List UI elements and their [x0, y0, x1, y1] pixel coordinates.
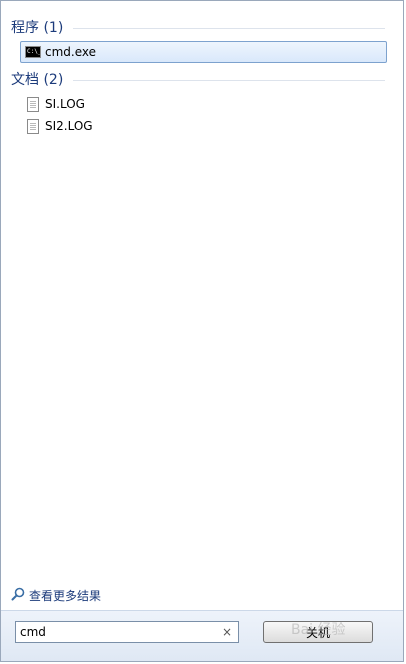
- result-item-si2-log[interactable]: SI2.LOG: [20, 115, 387, 137]
- group-title-documents: 文档 (2): [11, 72, 64, 88]
- shutdown-label: 关机: [305, 625, 330, 640]
- shutdown-button[interactable]: 关机: [263, 621, 373, 643]
- result-item-cmd-exe[interactable]: C:\_ cmd.exe: [20, 41, 387, 63]
- group-header-programs: 程序 (1): [11, 17, 385, 37]
- see-more-label: 查看更多结果: [29, 588, 102, 603]
- search-icon: [11, 587, 25, 604]
- bottom-bar: × 关机 Bai 经验: [1, 610, 403, 661]
- clear-search-icon[interactable]: ×: [219, 625, 235, 639]
- see-more-results-link[interactable]: 查看更多结果: [11, 585, 101, 605]
- result-item-si-log[interactable]: SI.LOG: [20, 93, 387, 115]
- group-divider: [73, 27, 385, 29]
- search-input[interactable]: [16, 623, 219, 641]
- group-divider: [73, 79, 385, 81]
- group-header-documents: 文档 (2): [11, 69, 385, 89]
- document-icon: [25, 118, 41, 134]
- document-icon: [25, 96, 41, 112]
- result-item-label: SI2.LOG: [45, 119, 93, 133]
- search-results: 程序 (1) C:\_ cmd.exe 文档 (2) SI.LOG SI2.LO…: [1, 1, 403, 571]
- group-title-programs: 程序 (1): [11, 20, 64, 36]
- result-item-label: cmd.exe: [45, 45, 97, 59]
- search-box: ×: [15, 621, 239, 643]
- console-icon: C:\_: [25, 44, 41, 60]
- start-menu-panel: 程序 (1) C:\_ cmd.exe 文档 (2) SI.LOG SI2.LO…: [0, 0, 404, 662]
- result-item-label: SI.LOG: [45, 97, 85, 111]
